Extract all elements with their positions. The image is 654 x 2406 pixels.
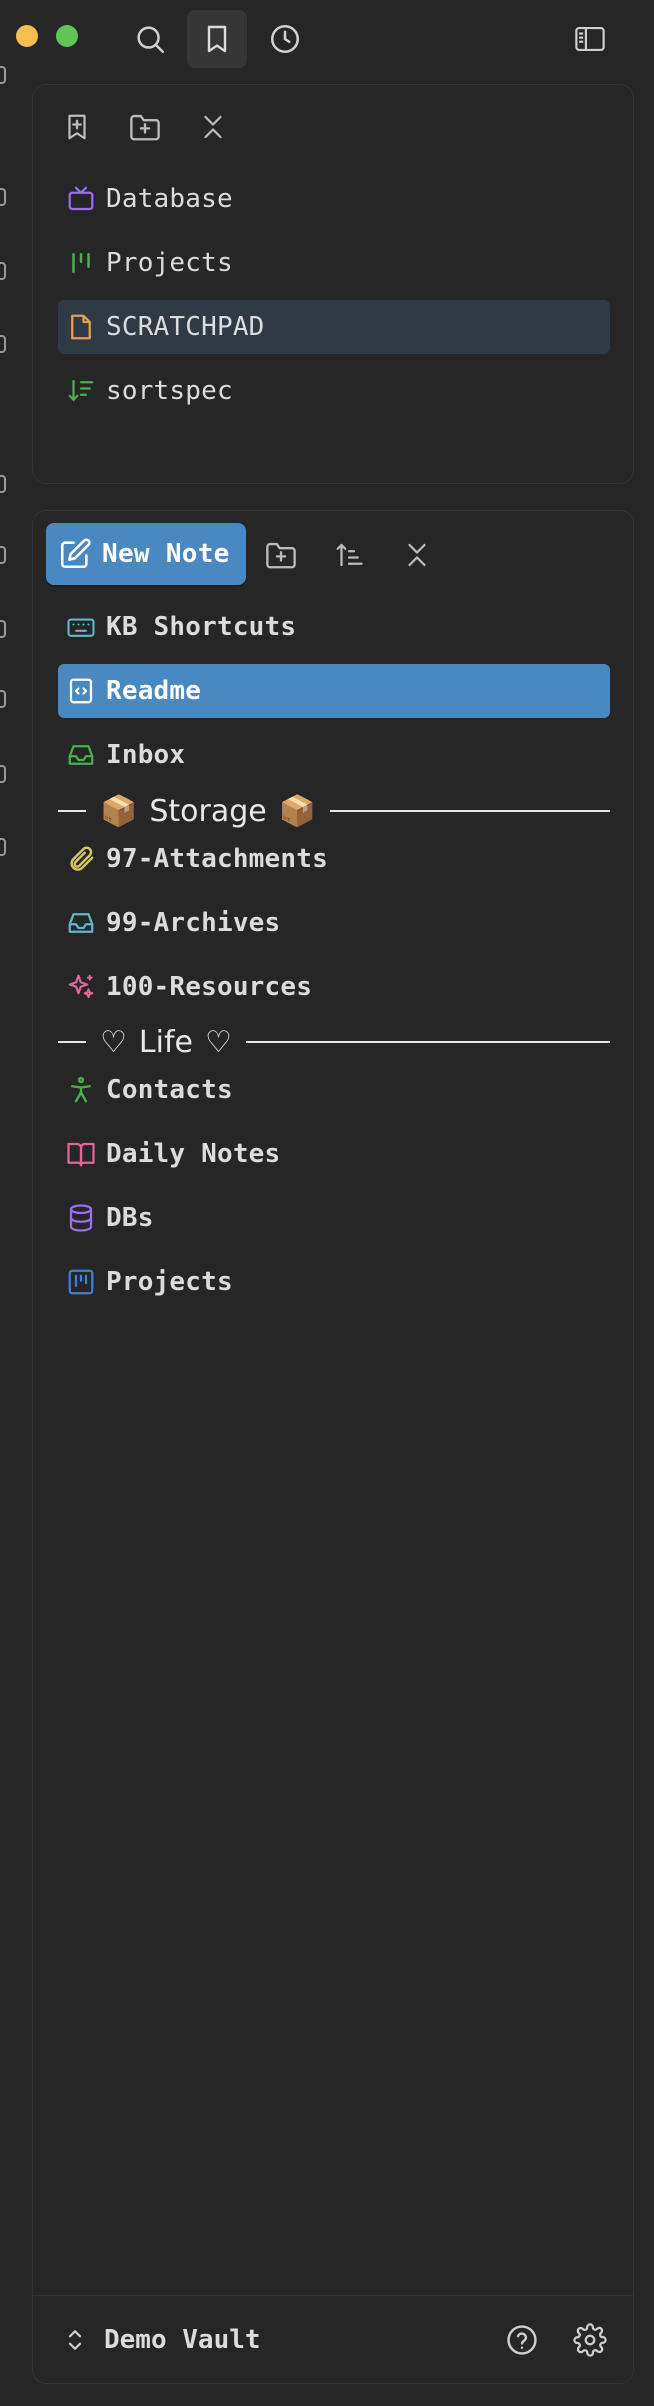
new-bookmark-button[interactable] xyxy=(54,104,100,150)
folder-item-projects[interactable]: Projects xyxy=(58,1255,610,1309)
bookmark-icon xyxy=(201,22,233,56)
life-divider-label: Life xyxy=(138,1024,193,1060)
help-icon xyxy=(505,2323,539,2357)
bookmark-add-icon xyxy=(62,112,92,142)
ribbon-icon-fragment[interactable] xyxy=(0,838,6,856)
bookmark-item-label: sortspec xyxy=(106,376,233,406)
collapse-all-icon xyxy=(200,112,226,142)
heart-icon: ♡ xyxy=(204,1024,232,1060)
window-minimize-button[interactable] xyxy=(16,25,38,47)
storage-divider: 📦 Storage 📦 xyxy=(58,791,610,831)
bookmark-item-label: Database xyxy=(106,184,233,214)
ribbon-icon-fragment[interactable] xyxy=(0,546,6,564)
bookmark-item-label: Projects xyxy=(106,248,233,278)
file-item-label: 97-Attachments xyxy=(106,844,328,874)
collapse-all-icon xyxy=(404,540,430,570)
ribbon-icon-fragment[interactable] xyxy=(0,690,6,708)
file-item-label: 100-Resources xyxy=(106,972,313,1002)
ribbon-icon-fragment[interactable] xyxy=(0,475,6,493)
file-code-icon xyxy=(64,676,98,706)
storage-emoji-right: 📦 xyxy=(278,793,317,829)
file-item-label: Projects xyxy=(106,1267,233,1297)
bookmark-item-label: SCRATCHPAD xyxy=(106,312,265,342)
search-icon xyxy=(133,22,167,56)
storage-divider-label: Storage xyxy=(149,793,267,829)
chevron-up-down-icon xyxy=(64,2325,86,2355)
window-zoom-button[interactable] xyxy=(56,25,78,47)
sidebar-toggle-button[interactable] xyxy=(560,10,620,68)
collapse-all-button[interactable] xyxy=(190,104,236,150)
storage-emoji-left: 📦 xyxy=(100,793,138,829)
folder-item-attachments[interactable]: 97-Attachments xyxy=(58,832,610,886)
file-item-readme[interactable]: Readme xyxy=(58,664,610,718)
ribbon-icon-fragment[interactable] xyxy=(0,66,6,84)
folder-plus-icon xyxy=(128,112,162,142)
bookmark-item-sortspec[interactable]: sortspec xyxy=(58,364,610,418)
bookmark-item-projects[interactable]: Projects xyxy=(58,236,610,290)
keyboard-icon xyxy=(64,612,98,642)
tab-bookmarks[interactable] xyxy=(187,10,247,68)
ribbon-icon-fragment[interactable] xyxy=(0,262,6,280)
help-button[interactable] xyxy=(498,2316,546,2364)
heart-icon: ♡ xyxy=(100,1024,127,1060)
vault-switcher[interactable]: Demo Vault xyxy=(58,2312,318,2368)
database-icon xyxy=(64,1203,98,1233)
folder-item-archives[interactable]: 99-Archives xyxy=(58,896,610,950)
file-item-kb-shortcuts[interactable]: KB Shortcuts xyxy=(58,600,610,654)
ribbon-icon-fragment[interactable] xyxy=(0,620,6,638)
inbox-icon xyxy=(64,740,98,770)
gear-icon xyxy=(573,2323,607,2357)
new-bookmark-group-button[interactable] xyxy=(122,104,168,150)
footer-separator xyxy=(32,2295,634,2296)
file-item-label: Readme xyxy=(106,676,202,706)
person-icon xyxy=(64,1075,98,1105)
folder-item-dbs[interactable]: DBs xyxy=(58,1191,610,1245)
folder-item-resources[interactable]: 100-Resources xyxy=(58,960,610,1014)
tab-search[interactable] xyxy=(120,10,180,68)
sort-button[interactable] xyxy=(326,532,372,578)
sparkles-icon xyxy=(64,972,98,1002)
folder-item-daily-notes[interactable]: Daily Notes xyxy=(58,1127,610,1181)
tv-icon xyxy=(64,184,98,214)
bookmark-item-database[interactable]: Database xyxy=(58,172,610,226)
new-note-button[interactable]: New Note xyxy=(46,523,246,585)
vault-name: Demo Vault xyxy=(104,2325,261,2355)
collapse-all-button[interactable] xyxy=(394,532,440,578)
settings-button[interactable] xyxy=(566,2316,614,2364)
file-item-label: KB Shortcuts xyxy=(106,612,297,642)
new-note-label: New Note xyxy=(102,539,230,569)
folder-item-contacts[interactable]: Contacts xyxy=(58,1063,610,1117)
folder-plus-icon xyxy=(264,540,298,570)
file-item-label: Inbox xyxy=(106,740,186,770)
inbox-icon xyxy=(64,908,98,938)
tab-recent[interactable] xyxy=(255,10,315,68)
bookmark-item-scratchpad[interactable]: SCRATCHPAD xyxy=(58,300,610,354)
ribbon-icon-fragment[interactable] xyxy=(0,188,6,206)
kanban-icon xyxy=(64,248,98,278)
file-item-label: DBs xyxy=(106,1203,154,1233)
kanban-icon xyxy=(64,1267,98,1297)
file-item-label: 99-Archives xyxy=(106,908,281,938)
ribbon-icon-fragment[interactable] xyxy=(0,335,6,353)
life-divider: ♡ Life ♡ xyxy=(58,1022,610,1062)
sidebar-toggle-icon xyxy=(573,24,607,54)
new-folder-button[interactable] xyxy=(258,532,304,578)
sort-icon xyxy=(333,540,365,570)
clock-icon xyxy=(268,22,302,56)
sort-desc-icon xyxy=(64,376,98,406)
book-open-icon xyxy=(64,1139,98,1169)
file-icon xyxy=(64,312,98,342)
ribbon-icon-fragment[interactable] xyxy=(0,765,6,783)
file-item-label: Daily Notes xyxy=(106,1139,281,1169)
folder-item-inbox[interactable]: Inbox xyxy=(58,728,610,782)
paperclip-icon xyxy=(64,844,98,874)
edit-icon xyxy=(58,537,92,571)
file-item-label: Contacts xyxy=(106,1075,233,1105)
